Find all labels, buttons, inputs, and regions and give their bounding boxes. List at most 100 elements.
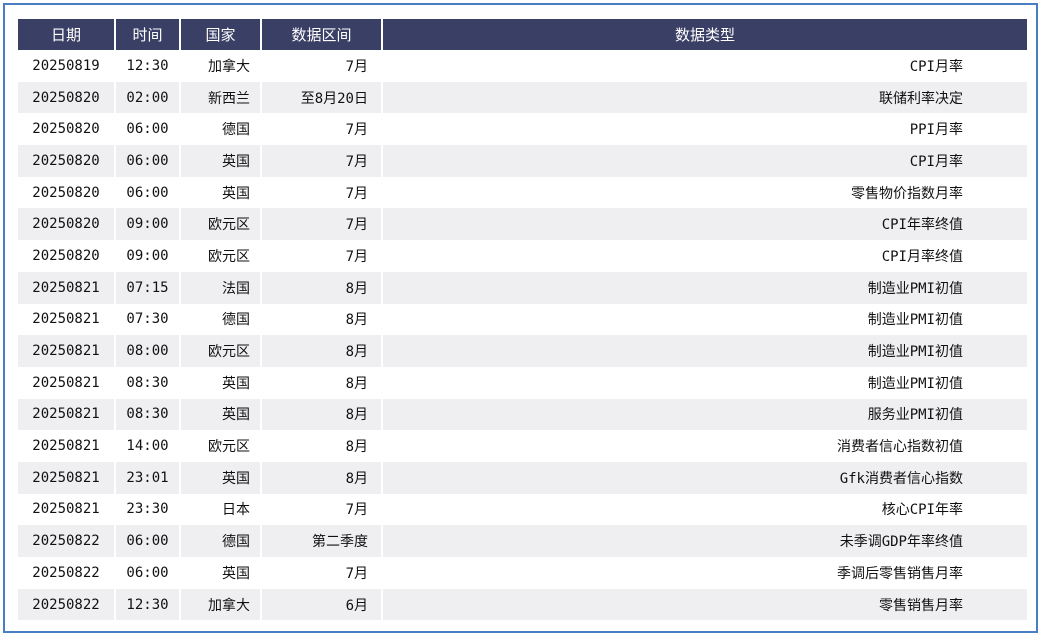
cell-time: 08:30 <box>116 366 181 399</box>
cell-date: 20250820 <box>18 113 116 146</box>
table-row: 20250821 08:30 英国 8月 制造业PMI初值 <box>18 366 1027 399</box>
cell-country: 加拿大 <box>181 588 262 621</box>
cell-period: 8月 <box>262 335 383 367</box>
table-row: 20250820 06:00 英国 7月 CPI月率 <box>18 145 1027 177</box>
cell-date: 20250821 <box>18 335 116 367</box>
cell-time: 06:00 <box>116 176 181 209</box>
cell-data-type: Gfk消费者信心指数 <box>383 461 1027 494</box>
cell-date: 20250821 <box>18 271 116 304</box>
cell-data-type: 制造业PMI初值 <box>383 335 1027 367</box>
cell-country: 欧元区 <box>181 240 262 272</box>
table-row: 20250820 06:00 英国 7月 零售物价指数月率 <box>18 176 1027 209</box>
cell-period: 8月 <box>262 461 383 494</box>
table-row: 20250820 09:00 欧元区 7月 CPI月率终值 <box>18 240 1027 272</box>
table-row: 20250822 06:00 英国 7月 季调后零售销售月率 <box>18 557 1027 589</box>
table-row: 20250820 02:00 新西兰 至8月20日 联储利率决定 <box>18 81 1027 114</box>
cell-data-type: 核心CPI年率 <box>383 493 1027 526</box>
cell-data-type: CPI月率 <box>383 145 1027 177</box>
cell-time: 23:30 <box>116 493 181 526</box>
cell-data-type: 制造业PMI初值 <box>383 366 1027 399</box>
cell-time: 02:00 <box>116 81 181 114</box>
cell-date: 20250820 <box>18 176 116 209</box>
cell-date: 20250821 <box>18 303 116 336</box>
cell-period: 7月 <box>262 557 383 589</box>
header-country: 国家 <box>181 19 262 50</box>
cell-country: 英国 <box>181 366 262 399</box>
table-body: 20250819 12:30 加拿大 7月 CPI月率 20250820 02:00 新西兰至… <box>18 50 1027 621</box>
header-period: 数据区间 <box>262 19 383 50</box>
cell-time: 12:30 <box>116 50 181 82</box>
cell-period: 8月 <box>262 398 383 431</box>
cell-time: 08:00 <box>116 335 181 367</box>
cell-period: 7月 <box>262 208 383 241</box>
cell-time: 06:00 <box>116 113 181 146</box>
table-row: 20250821 14:00 欧元区 8月 消费者信心指数初值 <box>18 430 1027 462</box>
table-row: 20250821 08:30 英国 8月 服务业PMI初值 <box>18 398 1027 431</box>
cell-country: 德国 <box>181 525 262 557</box>
cell-time: 23:01 <box>116 461 181 494</box>
cell-data-type: 零售销售月率 <box>383 588 1027 621</box>
cell-data-type: 零售物价指数月率 <box>383 176 1027 209</box>
cell-date: 20250821 <box>18 366 116 399</box>
cell-period: 7月 <box>262 176 383 209</box>
table-row: 20250820 09:00 欧元区 7月 CPI年率终值 <box>18 208 1027 241</box>
cell-data-type: 联储利率决定 <box>383 81 1027 114</box>
cell-country: 欧元区 <box>181 208 262 241</box>
cell-time: 09:00 <box>116 208 181 241</box>
cell-time: 06:00 <box>116 145 181 177</box>
header-date: 日期 <box>18 19 116 50</box>
cell-period: 7月 <box>262 240 383 272</box>
cell-country: 英国 <box>181 461 262 494</box>
cell-date: 20250820 <box>18 240 116 272</box>
cell-period: 8月 <box>262 430 383 462</box>
cell-period: 8月 <box>262 366 383 399</box>
table-frame: 日期 时间 国家 数据区间 数据类型 20250819 12:30 加拿大 7月 CPI… <box>3 3 1038 633</box>
cell-data-type: 季调后零售销售月率 <box>383 557 1027 589</box>
cell-period: 至8月20日 <box>262 81 383 114</box>
table-header-row: 日期 时间 国家 数据区间 数据类型 <box>18 19 1027 50</box>
cell-date: 20250821 <box>18 493 116 526</box>
cell-country: 英国 <box>181 176 262 209</box>
cell-date: 20250820 <box>18 81 116 114</box>
cell-country: 法国 <box>181 271 262 304</box>
cell-period: 6月 <box>262 588 383 621</box>
table-row: 20250822 12:30 加拿大 6月 零售销售月率 <box>18 588 1027 621</box>
cell-data-type: 未季调GDP年率终值 <box>383 525 1027 557</box>
table-row: 20250821 23:30 日本 7月 核心CPI年率 <box>18 493 1027 526</box>
cell-country: 欧元区 <box>181 335 262 367</box>
table-row: 20250819 12:30 加拿大 7月 CPI月率 <box>18 50 1027 82</box>
cell-time: 07:30 <box>116 303 181 336</box>
cell-date: 20250821 <box>18 430 116 462</box>
cell-period: 8月 <box>262 271 383 304</box>
cell-date: 20250821 <box>18 398 116 431</box>
cell-date: 20250822 <box>18 525 116 557</box>
cell-period: 7月 <box>262 50 383 82</box>
cell-country: 日本 <box>181 493 262 526</box>
cell-data-type: CPI年率终值 <box>383 208 1027 241</box>
cell-period: 7月 <box>262 113 383 146</box>
cell-country: 英国 <box>181 557 262 589</box>
cell-time: 06:00 <box>116 557 181 589</box>
cell-data-type: CPI月率终值 <box>383 240 1027 272</box>
cell-time: 06:00 <box>116 525 181 557</box>
cell-time: 08:30 <box>116 398 181 431</box>
cell-data-type: PPI月率 <box>383 113 1027 146</box>
cell-date: 20250819 <box>18 50 116 82</box>
cell-time: 09:00 <box>116 240 181 272</box>
cell-date: 20250822 <box>18 588 116 621</box>
cell-period: 第二季度 <box>262 525 383 557</box>
economic-calendar-table: 日期 时间 国家 数据区间 数据类型 20250819 12:30 加拿大 7月 CPI… <box>18 19 1027 621</box>
cell-period: 7月 <box>262 493 383 526</box>
cell-data-type: 制造业PMI初值 <box>383 303 1027 336</box>
cell-period: 7月 <box>262 145 383 177</box>
cell-data-type: CPI月率 <box>383 50 1027 82</box>
cell-period: 8月 <box>262 303 383 336</box>
table-row: 20250821 07:15 法国 8月 制造业PMI初值 <box>18 271 1027 304</box>
cell-time: 07:15 <box>116 271 181 304</box>
cell-time: 14:00 <box>116 430 181 462</box>
cell-country: 新西兰 <box>181 81 262 114</box>
table-row: 20250821 08:00 欧元区 8月 制造业PMI初值 <box>18 335 1027 367</box>
cell-date: 20250820 <box>18 145 116 177</box>
table-row: 20250821 07:30 德国 8月 制造业PMI初值 <box>18 303 1027 336</box>
cell-country: 加拿大 <box>181 50 262 82</box>
